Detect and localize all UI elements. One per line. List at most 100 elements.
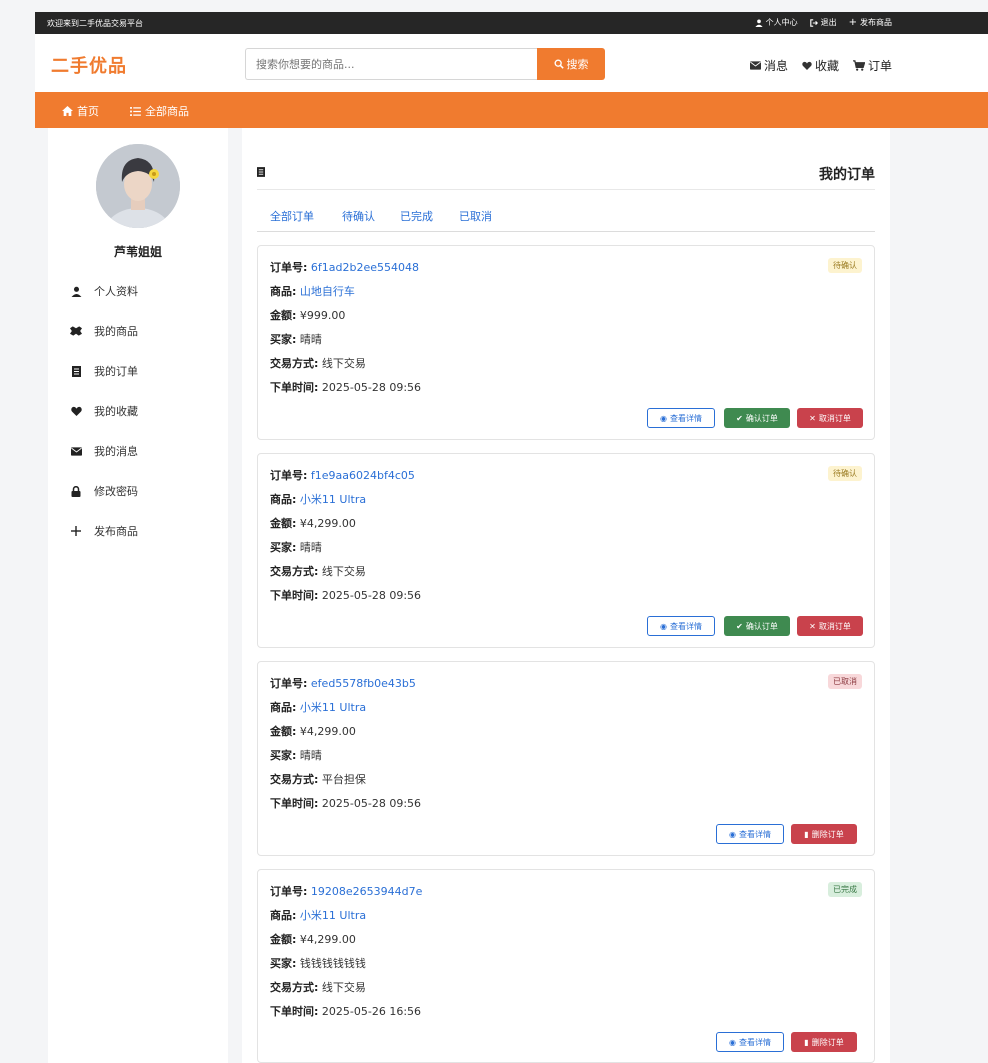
trade-row: 交易方式: 平台担保 xyxy=(270,771,366,787)
amount: ¥4,299.00 xyxy=(299,933,356,946)
buyer-label: 买家: xyxy=(270,541,297,554)
sidebar-item-my-orders[interactable]: 我的订单 xyxy=(70,363,138,379)
sidebar-item-favorites[interactable]: 我的收藏 xyxy=(70,403,138,419)
time-row: 下单时间: 2025-05-28 09:56 xyxy=(270,379,421,395)
product-link[interactable]: 小米11 Ultra xyxy=(300,909,366,922)
order-number-row: 订单号: 6f1ad2b2ee554048 xyxy=(270,259,419,275)
product-link[interactable]: 小米11 Ultra xyxy=(300,493,366,506)
messages-link[interactable]: 消息 xyxy=(749,57,788,74)
product-link[interactable]: 小米11 Ultra xyxy=(300,701,366,714)
confirm-order-button[interactable]: ✔ 确认订单 xyxy=(724,408,790,428)
view-details-button[interactable]: ◉ 查看详情 xyxy=(647,408,715,428)
product-row: 商品: 小米11 Ultra xyxy=(270,491,366,507)
view-details-button[interactable]: ◉ 查看详情 xyxy=(716,1032,784,1052)
status-badge: 待确认 xyxy=(828,258,862,273)
cancel-order-button[interactable]: ✕ 取消订单 xyxy=(797,616,863,636)
publish-link[interactable]: + 发布商品 xyxy=(849,17,892,28)
eye-icon: ◉ xyxy=(729,829,736,839)
favorites-link[interactable]: 收藏 xyxy=(802,57,839,74)
user-icon xyxy=(71,286,81,297)
tab-pending[interactable]: 待确认 xyxy=(342,208,375,224)
sidebar: 芦苇姐姐 个人资料 我的商品 我的订单 我的收藏 我的消息 修改密码 发布商品 xyxy=(48,128,228,1063)
order-card: 待确认 订单号: 6f1ad2b2ee554048 商品: 山地自行车 金额: … xyxy=(257,245,875,440)
nav-home[interactable]: 首页 xyxy=(62,103,99,119)
order-number[interactable]: 6f1ad2b2ee554048 xyxy=(311,261,419,274)
product-label: 商品: xyxy=(270,701,297,714)
time-row: 下单时间: 2025-05-28 09:56 xyxy=(270,587,421,603)
order-number-row: 订单号: f1e9aa6024bf4c05 xyxy=(270,467,415,483)
order-number[interactable]: f1e9aa6024bf4c05 xyxy=(311,469,415,482)
lock-icon xyxy=(71,485,81,497)
logout-link[interactable]: 退出 xyxy=(809,17,837,28)
time-label: 下单时间: xyxy=(270,797,319,810)
plus-icon xyxy=(71,526,81,536)
button-label: 取消订单 xyxy=(818,621,851,631)
list-icon xyxy=(130,106,141,116)
tab-cancelled[interactable]: 已取消 xyxy=(459,208,492,224)
button-label: 取消订单 xyxy=(818,413,851,423)
envelope-icon xyxy=(70,446,82,456)
view-details-button[interactable]: ◉ 查看详情 xyxy=(647,616,715,636)
buyer-label: 买家: xyxy=(270,333,297,346)
view-details-button[interactable]: ◉ 查看详情 xyxy=(716,824,784,844)
trade-label: 交易方式: xyxy=(270,565,319,578)
amount-label: 金额: xyxy=(270,725,297,738)
status-badge: 已取消 xyxy=(828,674,862,689)
orders-link[interactable]: 订单 xyxy=(853,57,892,74)
status-badge: 已完成 xyxy=(828,882,862,897)
status-badge: 待确认 xyxy=(828,466,862,481)
top-links: 个人中心 退出 + 发布商品 xyxy=(755,17,892,28)
eye-icon: ◉ xyxy=(660,621,667,631)
sidebar-item-profile[interactable]: 个人资料 xyxy=(70,283,138,299)
trade-method: 线下交易 xyxy=(321,981,366,994)
trade-row: 交易方式: 线下交易 xyxy=(270,979,366,995)
sidebar-item-messages[interactable]: 我的消息 xyxy=(70,443,138,459)
order-number[interactable]: 19208e2653944d7e xyxy=(311,885,423,898)
tab-completed[interactable]: 已完成 xyxy=(400,208,433,224)
trade-label: 交易方式: xyxy=(270,357,319,370)
nav-home-label: 首页 xyxy=(77,105,99,118)
button-label: 查看详情 xyxy=(669,621,702,631)
sidebar-item-password[interactable]: 修改密码 xyxy=(70,483,138,499)
sidebar-item-label: 我的消息 xyxy=(94,445,138,458)
sidebar-item-publish[interactable]: 发布商品 xyxy=(70,523,138,539)
delete-order-button[interactable]: ▮ 删除订单 xyxy=(791,824,857,844)
delete-order-button[interactable]: ▮ 删除订单 xyxy=(791,1032,857,1052)
amount: ¥999.00 xyxy=(299,309,346,322)
button-label: 查看详情 xyxy=(738,829,771,839)
cancel-order-button[interactable]: ✕ 取消订单 xyxy=(797,408,863,428)
order-time: 2025-05-28 09:56 xyxy=(321,381,422,394)
trade-method: 平台担保 xyxy=(321,773,366,786)
tab-all-orders[interactable]: 全部订单 xyxy=(270,208,314,224)
order-time: 2025-05-28 09:56 xyxy=(321,797,422,810)
trade-row: 交易方式: 线下交易 xyxy=(270,355,366,371)
search-input[interactable] xyxy=(245,48,537,80)
search-button[interactable]: 搜索 xyxy=(537,48,605,80)
product-label: 商品: xyxy=(270,493,297,506)
search-button-label: 搜索 xyxy=(566,58,589,71)
time-label: 下单时间: xyxy=(270,381,319,394)
nav-all-goods[interactable]: 全部商品 xyxy=(130,103,189,119)
button-label: 确认订单 xyxy=(745,413,778,423)
button-label: 查看详情 xyxy=(738,1037,771,1047)
confirm-order-button[interactable]: ✔ 确认订单 xyxy=(724,616,790,636)
search-icon xyxy=(554,59,564,69)
order-tabs: 全部订单 待确认 已完成 已取消 xyxy=(257,190,875,232)
amount: ¥4,299.00 xyxy=(299,725,356,738)
order-number[interactable]: efed5578fb0e43b5 xyxy=(311,677,416,690)
time-label: 下单时间: xyxy=(270,1005,319,1018)
favorites-label: 收藏 xyxy=(814,59,839,73)
sidebar-item-my-goods[interactable]: 我的商品 xyxy=(70,323,138,339)
eye-icon: ◉ xyxy=(660,413,667,423)
buyer: 晴晴 xyxy=(299,749,322,762)
profile-link[interactable]: 个人中心 xyxy=(755,17,798,28)
site-logo[interactable]: 二手优品 xyxy=(51,52,127,78)
buyer-row: 买家: 晴晴 xyxy=(270,747,322,763)
profile-label: 个人中心 xyxy=(765,18,798,27)
amount-row: 金额: ¥4,299.00 xyxy=(270,931,356,947)
eye-icon: ◉ xyxy=(729,1037,736,1047)
avatar[interactable] xyxy=(96,144,180,228)
order-number-row: 订单号: efed5578fb0e43b5 xyxy=(270,675,416,691)
heart-icon xyxy=(802,61,812,70)
product-link[interactable]: 山地自行车 xyxy=(300,285,355,298)
